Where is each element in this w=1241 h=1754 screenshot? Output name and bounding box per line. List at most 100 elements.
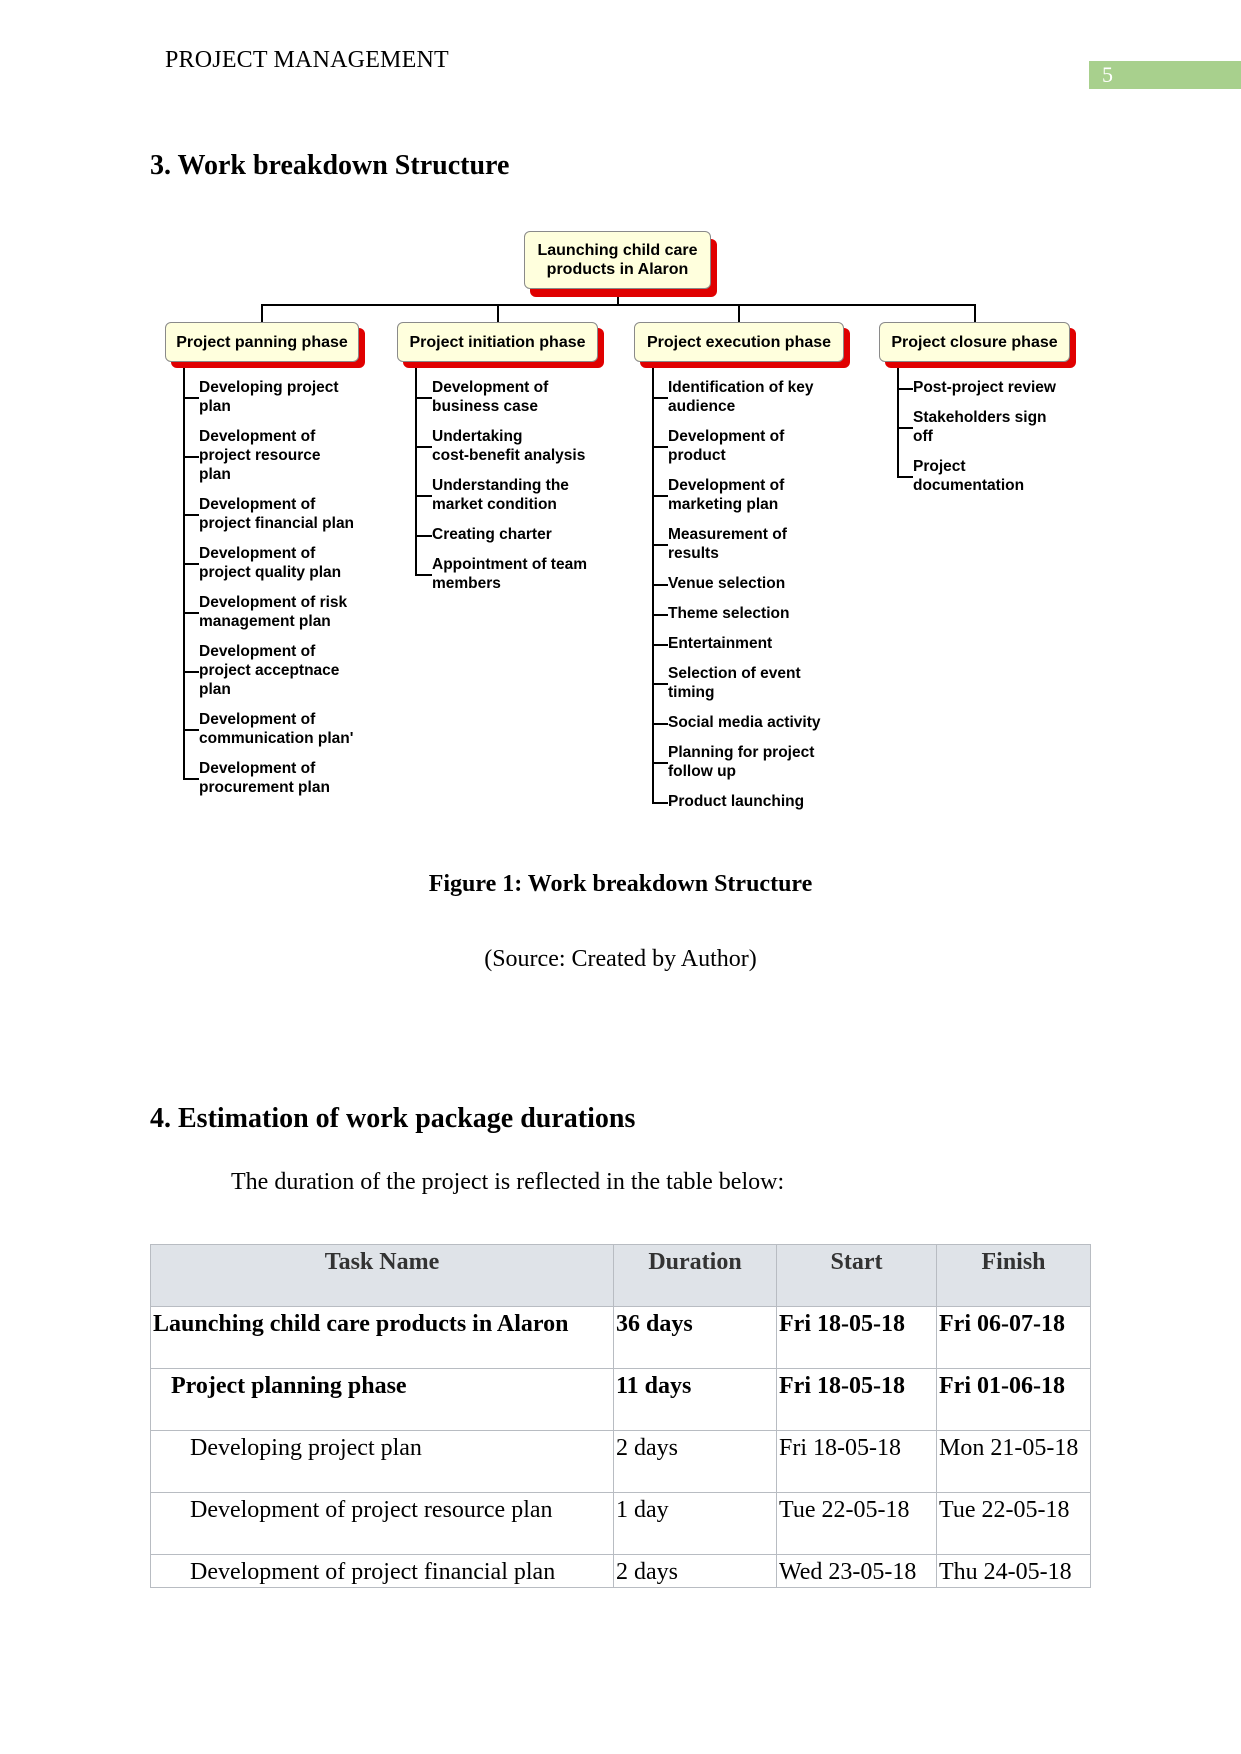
wbs-item-line: Identification of key — [668, 379, 814, 396]
wbs-item-line: Development of — [199, 496, 316, 513]
table-cell-finish: Thu 24-05-18 — [936, 1554, 1091, 1588]
table-cell-start: Fri 18-05-18 — [776, 1430, 937, 1493]
wbs-item-line: Stakeholders sign — [913, 409, 1047, 426]
wbs-phase-initiation: Project initiation phase — [397, 322, 598, 362]
wbs-item-tick — [897, 476, 913, 478]
wbs-item-tick — [183, 514, 199, 516]
table-cell-start: Tue 22-05-18 — [776, 1492, 937, 1555]
table-cell-start: Fri 18-05-18 — [776, 1306, 937, 1369]
wbs-item-line: procurement plan — [199, 779, 330, 796]
wbs-item-line: Theme selection — [668, 605, 790, 622]
table-cell-task: Development of project resource plan — [150, 1492, 614, 1555]
wbs-diagram: Launching child care products in Alaron Pr… — [0, 0, 1241, 860]
table-cell-finish: Fri 01-06-18 — [936, 1368, 1091, 1431]
wbs-item: Post-project review — [913, 378, 1056, 397]
wbs-item-tick — [652, 762, 668, 764]
wbs-item-line: plan — [199, 681, 231, 698]
wbs-item-line: project resource — [199, 447, 321, 464]
wbs-item-tick — [652, 397, 668, 399]
table-cell-start: Fri 18-05-18 — [776, 1368, 937, 1431]
wbs-item-tick — [652, 544, 668, 546]
wbs-phase-planning: Project panning phase — [165, 322, 359, 362]
wbs-item: Undertaking cost-benefit analysis — [432, 427, 585, 465]
wbs-item: Development of project financial plan — [199, 495, 354, 533]
wbs-item: Creating charter — [432, 525, 552, 544]
wbs-item: Developing project plan — [199, 378, 339, 416]
table-cell-finish: Tue 22-05-18 — [936, 1492, 1091, 1555]
wbs-item: Development of communication plan' — [199, 710, 353, 748]
wbs-phase-execution: Project execution phase — [634, 322, 844, 362]
wbs-item-tick — [415, 446, 432, 448]
wbs-item: Development of project acceptnace plan — [199, 642, 339, 699]
wbs-item-tick — [183, 729, 199, 731]
table-cell-task: Launching child care products in Alaron — [150, 1306, 614, 1369]
wbs-item-line: Understanding the — [432, 477, 569, 494]
wbs-item: Development of project resource plan — [199, 427, 320, 484]
wbs-item: Understanding the market condition — [432, 476, 569, 514]
wbs-item-tick — [652, 722, 668, 725]
wbs-item: Entertainment — [668, 634, 772, 653]
wbs-item-line: Appointment of team — [432, 556, 587, 573]
wbs-item-tick — [652, 613, 668, 616]
wbs-item-line: Planning for project — [668, 744, 815, 761]
wbs-item-tick — [897, 387, 913, 390]
section-heading-durations: 4. Estimation of work package durations — [150, 1103, 636, 1134]
connector-line — [738, 304, 740, 322]
wbs-item-tick — [183, 670, 199, 673]
table-cell-duration: 2 days — [613, 1430, 777, 1493]
wbs-item-line: project financial plan — [199, 515, 355, 532]
wbs-item-tick — [183, 612, 199, 614]
table-row: Developing project plan 2 days Fri 18-05-1… — [150, 1430, 1091, 1493]
table-cell-finish: Mon 21-05-18 — [936, 1430, 1091, 1493]
table-row: Development of project resource plan 1 da… — [150, 1492, 1091, 1555]
figure-source: (Source: Created by Author) — [484, 946, 757, 972]
wbs-item-tick — [652, 643, 668, 646]
table-row: Project planning phase 11 days Fri 18-05-1… — [150, 1368, 1091, 1431]
table-cell-finish: Fri 06-07-18 — [936, 1306, 1091, 1369]
wbs-item: Development of marketing plan — [668, 476, 784, 514]
wbs-item: Development of risk management plan — [199, 593, 347, 631]
wbs-item: Identification of key audience — [668, 378, 814, 416]
table-cell-duration: 1 day — [613, 1492, 777, 1555]
wbs-item-line: Measurement of — [668, 526, 787, 543]
wbs-item-tick — [652, 683, 668, 685]
wbs-item-tick — [183, 563, 199, 565]
wbs-item: Theme selection — [668, 604, 789, 623]
wbs-item-line: Development of — [668, 477, 785, 494]
table-header-row: Task Name Duration Start Finish — [150, 1244, 1091, 1307]
wbs-item-line: off — [913, 428, 933, 445]
intro-paragraph: The duration of the project is reflected… — [231, 1169, 785, 1195]
wbs-item-line: communication plan' — [199, 730, 354, 747]
table-cell-duration: 36 days — [613, 1306, 777, 1369]
wbs-item-line: Development of — [199, 711, 316, 728]
wbs-item: Product launching — [668, 792, 804, 811]
wbs-item: Measurement of results — [668, 525, 787, 563]
wbs-item-line: project acceptnace — [199, 662, 340, 679]
wbs-item-tick — [183, 397, 199, 399]
wbs-item-line: Development of risk — [199, 594, 348, 611]
wbs-item-tick — [183, 778, 199, 780]
wbs-item-line: Developing project — [199, 379, 339, 396]
wbs-item-tick — [415, 534, 432, 537]
column-header-start: Start — [776, 1244, 937, 1307]
wbs-item-line: Development of — [432, 379, 549, 396]
wbs-item-line: management plan — [199, 613, 331, 630]
wbs-phase-spine — [415, 362, 417, 576]
root-node-line: Launching child care — [537, 242, 698, 259]
duration-table: Task Name Duration Start Finish Launchin… — [150, 1244, 1091, 1588]
wbs-item-line: Development of — [199, 760, 316, 777]
wbs-item: Selection of event timing — [668, 664, 801, 702]
wbs-item-line: audience — [668, 398, 736, 415]
wbs-item: Planning for project follow up — [668, 743, 814, 781]
wbs-item-line: market condition — [432, 496, 557, 513]
wbs-item-line: marketing plan — [668, 496, 779, 513]
wbs-phase-spine — [183, 362, 185, 780]
wbs-item-line: Entertainment — [668, 635, 773, 652]
wbs-item: Appointment of team members — [432, 555, 587, 593]
column-header-task-name: Task Name — [150, 1244, 614, 1307]
wbs-item-line: project quality plan — [199, 564, 342, 581]
wbs-item-line: cost-benefit analysis — [432, 447, 586, 464]
wbs-phase-closure: Project closure phase — [879, 322, 1070, 362]
wbs-phase-spine — [652, 362, 654, 804]
table-cell-task: Development of project financial plan — [150, 1554, 614, 1588]
